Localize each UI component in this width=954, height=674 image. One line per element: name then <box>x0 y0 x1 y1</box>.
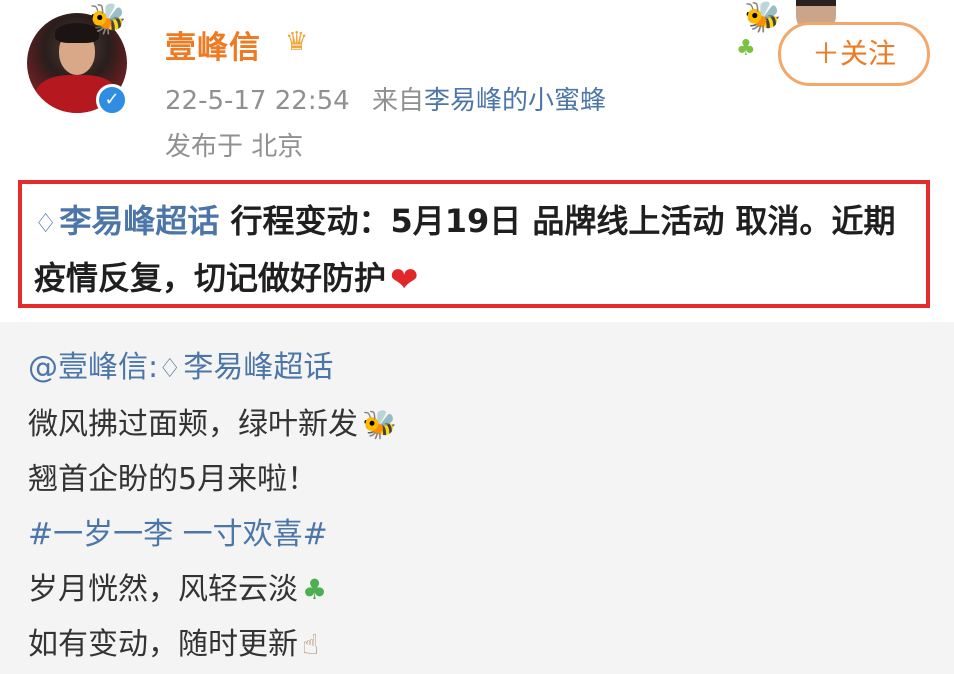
repost-line-2: 翘首企盼的5月来啦！ <box>28 462 318 497</box>
repost-line: 岁月恍然，风轻云淡 ♣ <box>28 562 397 617</box>
diamond-icon: ♢ <box>158 354 182 384</box>
crown-icon: ♛ <box>285 27 309 57</box>
repost-line-4: 如有变动，随时更新 <box>28 627 298 662</box>
hashtag-link[interactable]: #一岁一李 一寸欢喜# <box>28 507 397 562</box>
post-header: 🐝 ✓ 壹峰信 ♛ 22-5-17 22:54 来自李易峰的小蜜蜂 发布于 北京… <box>0 0 954 180</box>
mention-link[interactable]: @壹峰信 <box>28 350 148 385</box>
clover-icon: ♣ <box>736 36 756 61</box>
repost-line-1: 微风拂过面颊，绿叶新发 <box>28 407 358 442</box>
follow-button[interactable]: ＋关注 <box>778 22 930 86</box>
timestamp: 22-5-17 22:54 <box>165 86 350 116</box>
post-meta: 22-5-17 22:54 来自李易峰的小蜜蜂 <box>165 80 606 117</box>
topic-link[interactable]: ♢李易峰超话 <box>34 202 219 240</box>
heart-icon: ❤ <box>390 260 419 300</box>
repost-topic-link[interactable]: ♢李易峰超话 <box>158 350 333 385</box>
location: 发布于 北京 <box>165 132 304 162</box>
finger-heart-icon: ☝ <box>302 628 320 661</box>
clover-icon: ♣ <box>302 573 328 606</box>
mention-separator: : <box>148 350 159 385</box>
repost-content: @壹峰信:♢李易峰超话 微风拂过面颊，绿叶新发 🐝 翘首企盼的5月来啦！ #一岁一… <box>28 340 397 672</box>
post-body-highlighted: ♢李易峰超话 行程变动：5月19日 品牌线上活动 取消。近期疫情反复，切记做好防… <box>18 180 930 308</box>
verified-icon: ✓ <box>96 84 128 116</box>
repost-line-3: 岁月恍然，风轻云淡 <box>28 572 298 607</box>
repost-topic-label: 李易峰超话 <box>183 350 334 385</box>
username[interactable]: 壹峰信 <box>165 22 261 67</box>
repost-line: 如有变动，随时更新 ☝ <box>28 617 397 672</box>
repost-mention-line: @壹峰信:♢李易峰超话 <box>28 340 397 397</box>
source-link[interactable]: 李易峰的小蜜蜂 <box>424 86 606 116</box>
source-prefix: 来自 <box>371 86 424 116</box>
topic-label: 李易峰超话 <box>59 202 220 240</box>
bee-icon: 🐝 <box>362 408 397 441</box>
repost-line: 微风拂过面颊，绿叶新发 🐝 <box>28 397 397 452</box>
bee-icon: 🐝 <box>744 0 782 35</box>
diamond-icon: ♢ <box>34 209 58 239</box>
post-text: ♢李易峰超话 行程变动：5月19日 品牌线上活动 取消。近期疫情反复，切记做好防… <box>34 194 914 307</box>
repost-area[interactable]: @壹峰信:♢李易峰超话 微风拂过面颊，绿叶新发 🐝 翘首企盼的5月来啦！ #一岁一… <box>0 322 954 674</box>
bee-icon: 🐝 <box>89 2 127 37</box>
